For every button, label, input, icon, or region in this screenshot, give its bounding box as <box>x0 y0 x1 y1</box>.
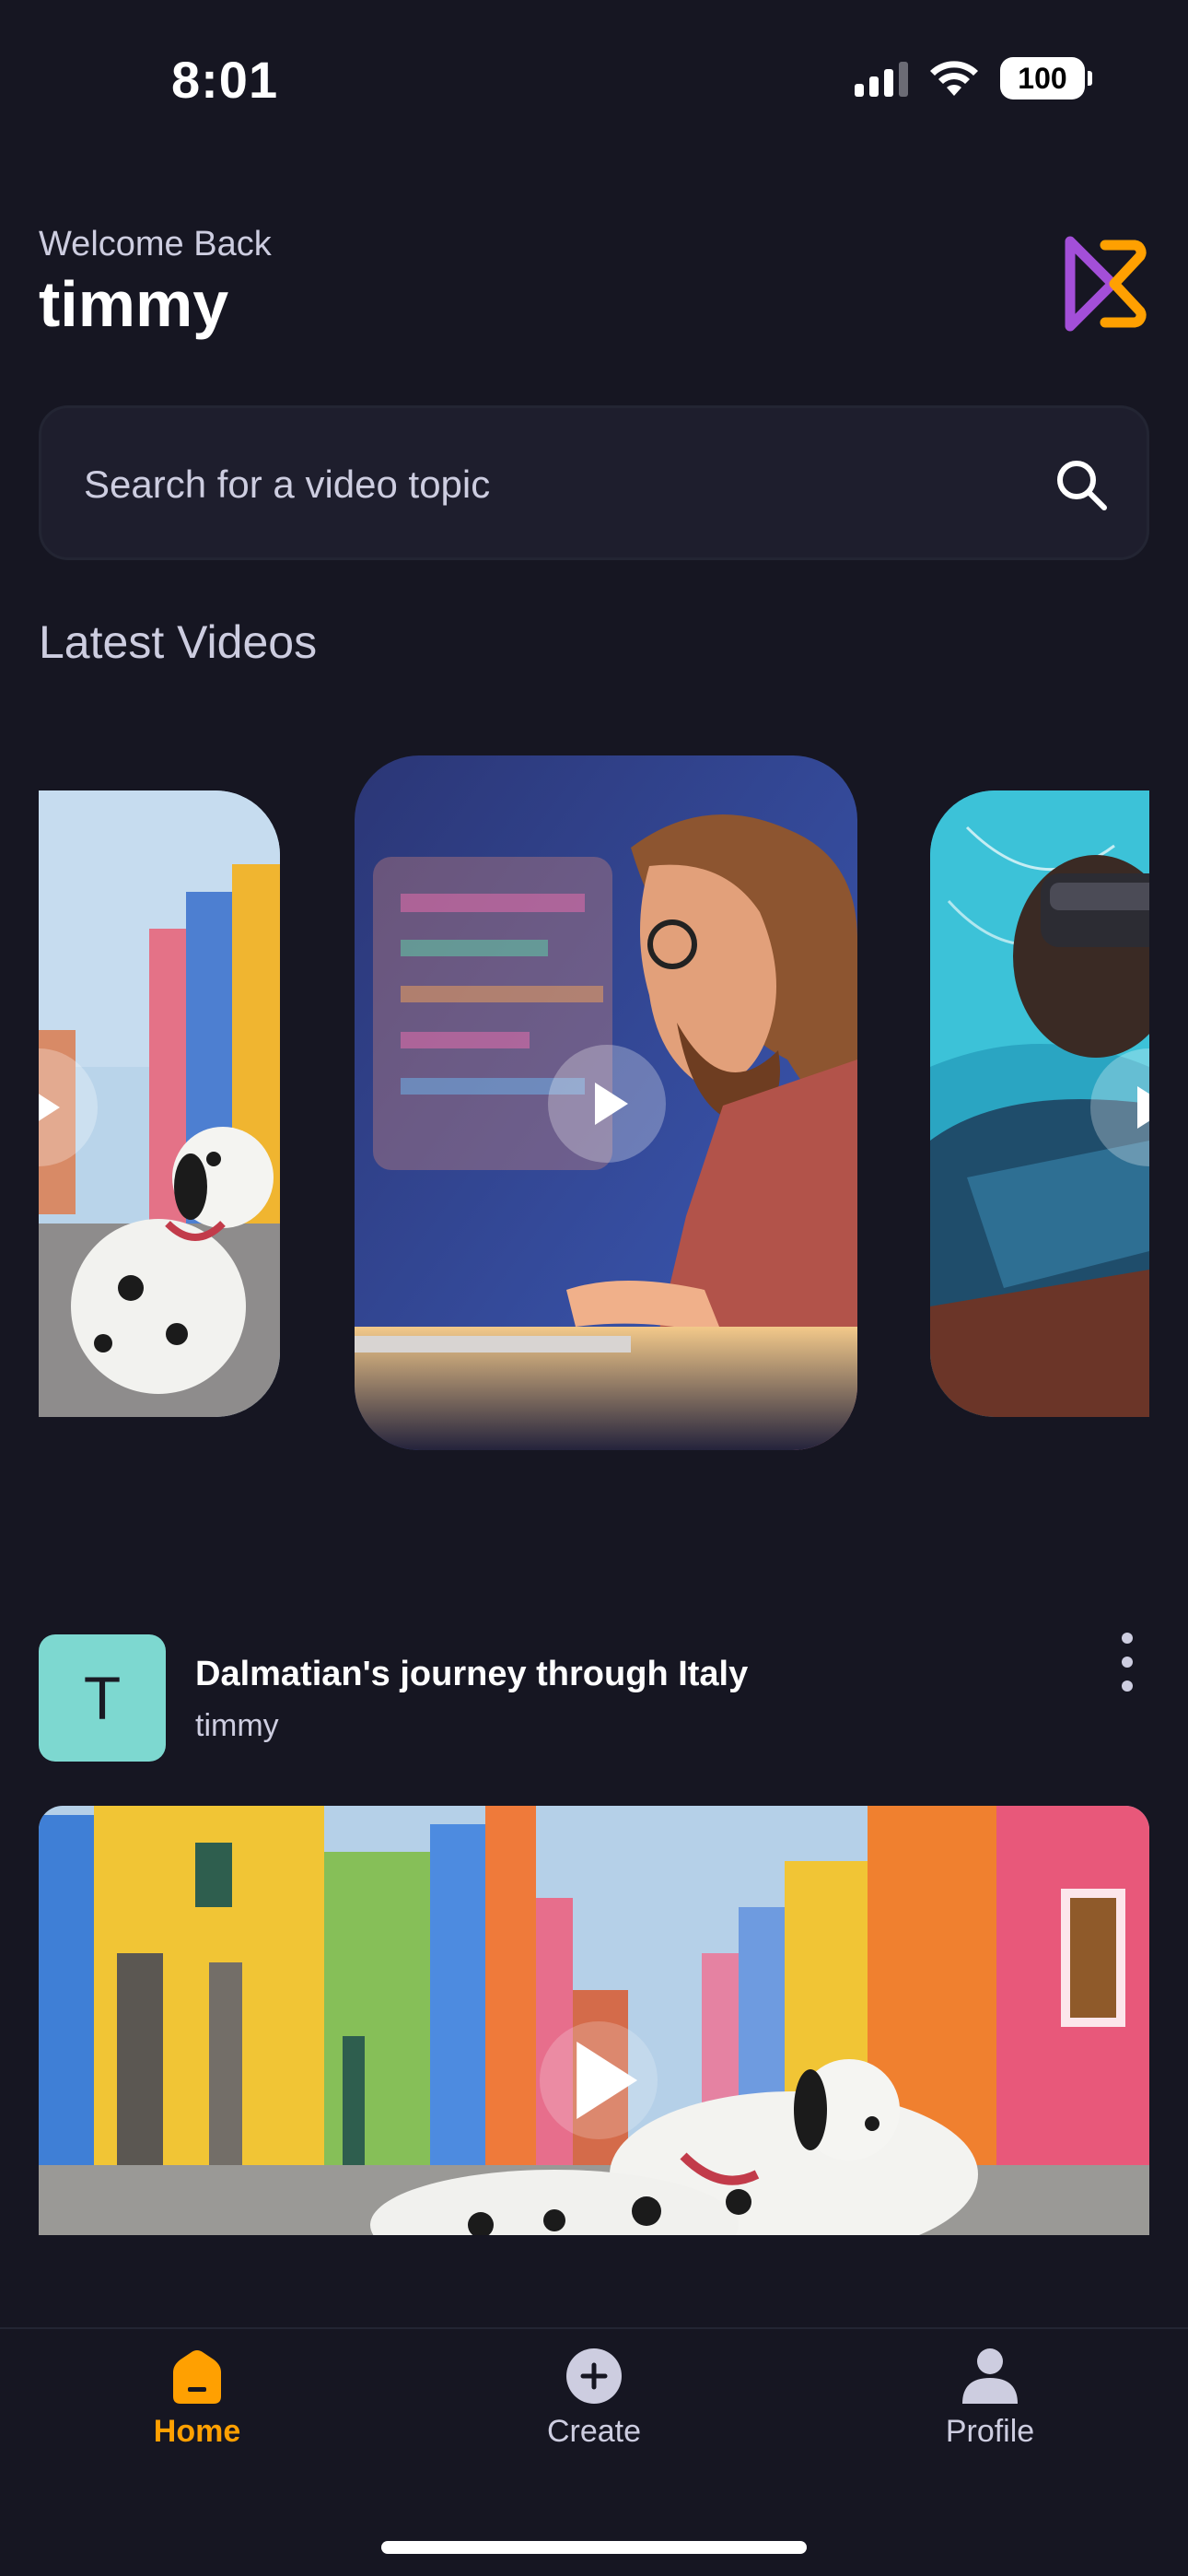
play-icon <box>577 2041 638 2120</box>
tab-home-label: Home <box>153 2414 241 2449</box>
app-logo-icon <box>1065 236 1147 332</box>
tab-create-label: Create <box>546 2414 642 2449</box>
search-bar[interactable] <box>39 405 1149 560</box>
profile-icon <box>958 2344 1022 2408</box>
tab-profile-label: Profile <box>945 2414 1035 2449</box>
play-icon <box>39 1094 60 1121</box>
play-icon <box>595 1083 628 1125</box>
signal-icon <box>855 60 908 97</box>
home-indicator <box>381 2541 807 2554</box>
play-button[interactable] <box>548 1045 666 1163</box>
post-video-thumbnail[interactable] <box>39 1806 1149 2235</box>
video-card-dalmatian[interactable] <box>39 790 280 1417</box>
tab-home[interactable]: Home <box>77 2344 317 2464</box>
latest-videos-title: Latest Videos <box>39 616 318 668</box>
post-title: Dalmatian's journey through Italy <box>195 1655 749 1693</box>
status-bar: 8:01 100 <box>0 0 1188 157</box>
home-icon <box>165 2344 229 2408</box>
more-vertical-icon[interactable] <box>1111 1633 1144 1692</box>
bottom-tab-bar: Home Create Profile <box>0 2327 1188 2576</box>
status-icons: 100 <box>855 57 1092 100</box>
battery-indicator: 100 <box>1000 57 1092 100</box>
search-input[interactable] <box>84 452 1005 517</box>
search-icon[interactable] <box>1053 456 1110 513</box>
post-author: timmy <box>195 1708 279 1743</box>
plus-circle-icon <box>562 2344 626 2408</box>
welcome-text: Welcome Back <box>39 225 272 263</box>
video-card-vr[interactable] <box>930 790 1149 1417</box>
status-time: 8:01 <box>171 51 279 109</box>
tab-profile[interactable]: Profile <box>870 2344 1110 2464</box>
video-card-coding[interactable] <box>355 755 857 1450</box>
play-icon <box>1137 1086 1149 1129</box>
avatar[interactable]: T <box>39 1634 166 1762</box>
username: timmy <box>39 268 229 340</box>
play-button[interactable] <box>540 2021 658 2139</box>
wifi-icon <box>930 61 978 96</box>
dalmatian-italy-image <box>39 1806 1149 2235</box>
tab-create[interactable]: Create <box>474 2344 714 2464</box>
